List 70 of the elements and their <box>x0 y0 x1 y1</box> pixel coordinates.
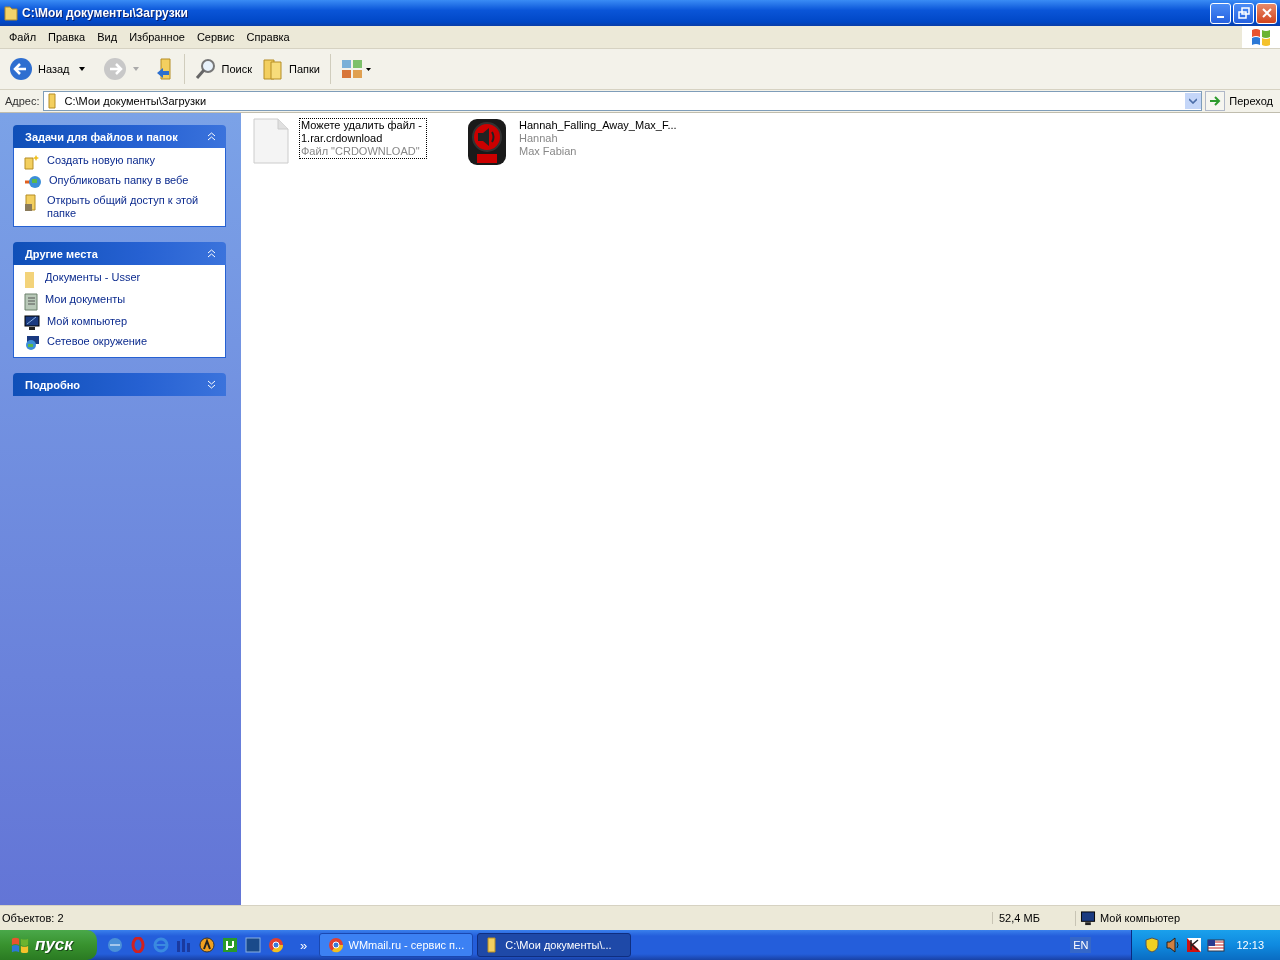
chrome-icon <box>328 937 344 953</box>
menu-item[interactable]: Избранное <box>123 31 191 43</box>
globe-icon <box>24 174 42 190</box>
panel-header[interactable]: Другие места <box>13 242 226 265</box>
mu-icon[interactable] <box>222 937 238 953</box>
views-icon <box>340 58 371 80</box>
minimize-icon <box>1217 15 1224 18</box>
task-link[interactable]: Мой компьютер <box>47 315 128 328</box>
a-letter-icon[interactable] <box>199 937 215 953</box>
documents-icon <box>24 293 38 311</box>
collapse-icon[interactable] <box>207 249 216 258</box>
task-link[interactable]: Опубликовать папку в вебе <box>49 174 189 187</box>
close-icon <box>1260 7 1273 19</box>
folders-button[interactable]: Папки <box>259 55 323 83</box>
menu-item[interactable]: Файл <box>3 31 43 43</box>
restore-icon <box>1237 7 1250 19</box>
taskbar-button[interactable]: WMmail.ru - сервис п... <box>319 933 474 957</box>
menu-item[interactable]: Сервис <box>190 31 241 43</box>
search-icon <box>194 58 217 80</box>
menu-item[interactable]: Правка <box>42 31 92 43</box>
panel-header[interactable]: Задачи для файлов и папок <box>13 125 226 148</box>
task-link[interactable]: Открыть общий доступ к этой папке <box>47 194 217 220</box>
panel-header[interactable]: Подробно <box>13 373 226 396</box>
folder-icon <box>4 5 18 21</box>
file-label[interactable]: Можете удалить файл - 1.rar.crdownload Файл "CRDOWNLOAD" <box>299 118 427 159</box>
minimize-button[interactable] <box>1210 2 1231 24</box>
speaker-icon[interactable] <box>1165 937 1182 953</box>
collapse-icon[interactable] <box>207 132 216 141</box>
folders-icon <box>262 57 284 81</box>
k-letter-icon[interactable] <box>1186 937 1203 953</box>
language-indicator[interactable]: EN <box>1070 937 1092 953</box>
menu-item[interactable]: Вид <box>91 31 124 43</box>
new-folder-icon <box>24 154 40 170</box>
chevron-down-icon <box>1189 98 1198 104</box>
globe-icon[interactable] <box>107 937 123 953</box>
close-button[interactable] <box>1256 2 1277 24</box>
go-button[interactable]: Переход <box>1205 91 1277 111</box>
flag-icon[interactable] <box>1207 938 1226 952</box>
search-button[interactable]: Поиск <box>191 56 255 82</box>
object-count: Объектов: 2 <box>1 912 65 924</box>
task-link[interactable]: Документы - Usser <box>45 271 141 284</box>
dropdown-button[interactable] <box>1185 93 1202 109</box>
app-icon[interactable] <box>245 937 261 953</box>
task-link[interactable]: Сетевое окружение <box>47 335 148 348</box>
caret-icon[interactable] <box>78 67 85 71</box>
back-button[interactable]: Назад <box>6 55 73 83</box>
window-title: C:\Мои документы\Загрузки <box>22 6 189 20</box>
address-label: Адрес: <box>5 95 40 107</box>
expand-icon[interactable] <box>207 380 216 389</box>
shield-icon[interactable] <box>1144 937 1161 953</box>
mp3-file-icon[interactable] <box>467 118 507 166</box>
file-label[interactable]: Hannah_Falling_Away_Max_F... Hannah Max Fabian <box>517 118 679 159</box>
menu-item[interactable]: Справка <box>240 31 296 43</box>
restore-button[interactable] <box>1233 2 1254 24</box>
zone-label: Мой компьютер <box>1100 912 1181 924</box>
windows-logo <box>1242 26 1280 48</box>
clock: 12:13 <box>1236 939 1264 951</box>
address-field[interactable]: C:\Мои документы\Загрузки <box>42 91 1203 111</box>
chrome-icon[interactable] <box>268 937 284 953</box>
taskbar-button[interactable]: C:\Мои документы\... <box>477 933 632 957</box>
windows-logo <box>10 936 30 954</box>
start-button[interactable]: пуск <box>0 930 97 960</box>
task-link[interactable]: Создать новую папку <box>47 154 155 167</box>
network-icon <box>24 335 40 351</box>
arrow-right-icon <box>1209 95 1222 107</box>
monitor-icon <box>24 315 40 331</box>
task-link[interactable]: Мои документы <box>45 293 126 306</box>
monitor-icon <box>1080 910 1096 926</box>
total-size: 52,4 МБ <box>992 912 1075 924</box>
quick-launch-more-button[interactable]: » <box>300 937 308 953</box>
